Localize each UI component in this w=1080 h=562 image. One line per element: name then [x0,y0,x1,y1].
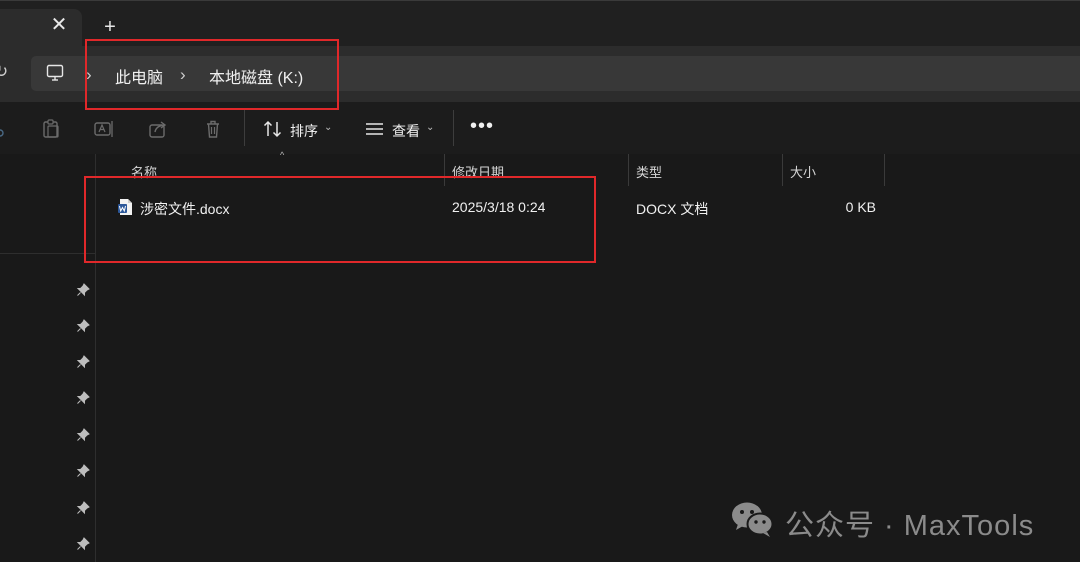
cut-icon[interactable] [0,118,8,140]
refresh-icon[interactable]: ↻ [0,62,8,82]
column-header-size[interactable]: 大小 [790,162,816,181]
column-resize-handle[interactable] [782,154,783,186]
share-icon[interactable] [147,118,169,140]
file-size: 0 KB [845,199,876,215]
active-tab[interactable] [0,9,82,46]
view-icon[interactable] [364,118,386,140]
column-header-type[interactable]: 类型 [636,162,662,181]
more-options-button[interactable]: ••• [470,116,494,140]
tab-close-icon[interactable]: ✕ [50,15,68,35]
column-resize-handle[interactable] [628,154,629,186]
paste-icon[interactable] [40,118,62,140]
highlight-box-file [84,176,596,263]
toolbar-divider [453,110,454,146]
watermark-text: 公众号 · MaxTools [785,510,1035,542]
sort-indicator-icon: ^ [280,150,285,160]
chevron-down-icon[interactable]: ⌄ [426,122,434,133]
wechat-logo-icon [732,502,774,537]
pin-icon[interactable] [76,537,90,551]
pin-icon[interactable] [76,391,90,405]
nav-divider [0,253,95,254]
pin-icon[interactable] [76,464,90,478]
this-pc-icon[interactable] [46,64,64,82]
toolbar-divider [244,110,245,146]
pin-icon[interactable] [76,283,90,297]
pin-icon[interactable] [76,355,90,369]
pin-icon[interactable] [76,501,90,515]
pin-icon[interactable] [76,319,90,333]
pin-icon[interactable] [76,428,90,442]
view-button[interactable]: 查看 [392,121,420,141]
new-tab-button[interactable]: + [100,17,120,37]
column-resize-handle[interactable] [884,154,885,186]
sort-icon[interactable] [262,118,284,140]
sort-button[interactable]: 排序 [290,121,318,141]
highlight-box-breadcrumb [85,39,339,110]
delete-icon[interactable] [202,118,224,140]
chevron-down-icon[interactable]: ⌄ [324,122,332,133]
file-type: DOCX 文档 [636,201,709,217]
rename-icon[interactable] [93,118,115,140]
